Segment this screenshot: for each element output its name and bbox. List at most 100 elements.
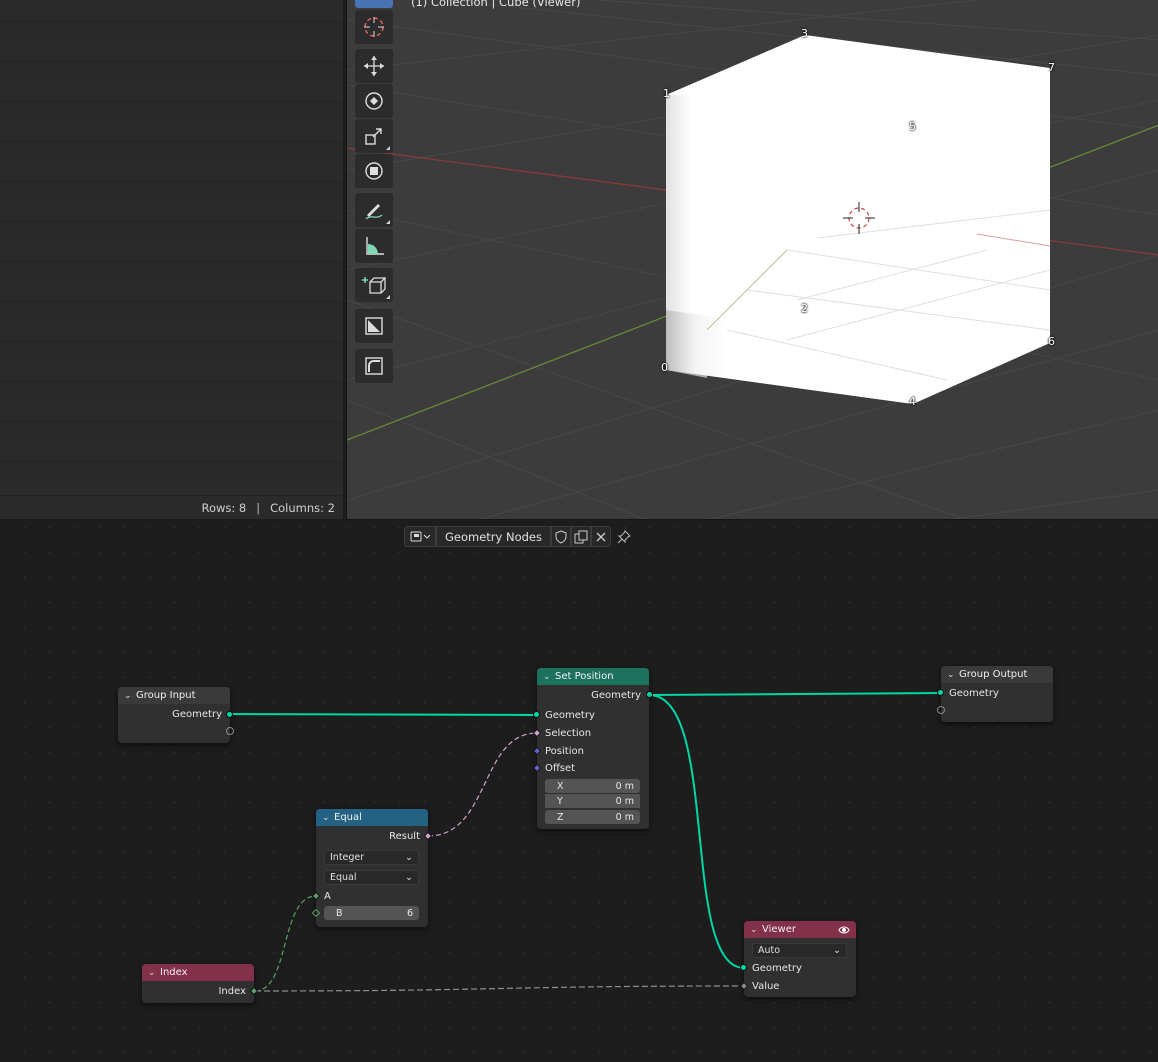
offset-z-field[interactable]: Z 0 m [545,810,640,824]
columns-count: Columns: 2 [270,500,335,515]
viewer-value-input: Value [752,980,780,992]
link-setposition-viewer [648,694,745,969]
group-output-header: ⌄ Group Output [941,666,1053,683]
annotate-tool-button[interactable] [355,193,393,227]
offset-z-value: 0 m [615,811,634,823]
group-output-node[interactable]: ⌄ Group Output Geometry [937,666,1053,722]
group-input-title: Group Input [136,690,196,701]
link-index-equal [254,895,317,992]
viewer-geometry-input: Geometry [752,962,802,974]
chevron-down-icon[interactable]: ⌄ [322,813,334,823]
vertex-label-5: 5 [909,120,916,133]
chevron-down-icon: ⌄ [405,852,413,863]
move-tool-button[interactable] [355,49,393,83]
chevron-down-icon[interactable]: ⌄ [148,968,160,978]
spreadsheet-footer: Rows: 8 | Columns: 2 [0,495,343,519]
viewer-header: ⌄ Viewer [744,921,856,938]
viewer-domain-value: Auto [758,945,781,956]
equal-b-field[interactable]: B 6 [324,906,419,920]
spreadsheet-panel: Rows: 8 | Columns: 2 [0,0,343,519]
viewport-scene [347,0,1158,519]
vertex-label-1: 1 [663,87,670,100]
select-tool-button[interactable] [355,0,393,8]
set-position-offset-input: Offset [545,762,576,774]
offset-z-label: Z [557,811,564,823]
index-node[interactable]: ⌄ Index Index [142,964,259,1003]
compare-mode-dropdown[interactable]: Equal ⌄ [324,870,419,885]
set-position-title: Set Position [555,671,614,682]
move-icon [364,56,384,76]
index-title: Index [160,967,188,978]
data-type-dropdown[interactable]: Integer ⌄ [324,850,419,865]
vertex-label-0: 0 [661,361,668,374]
group-input-node[interactable]: ⌄ Group Input Geometry [118,687,234,743]
bevel-icon [365,357,383,375]
group-input-header: ⌄ Group Input [118,687,230,704]
viewer-node[interactable]: ⌄ Viewer Auto ⌄ Geometry Value [739,921,856,997]
scale-tool-button[interactable] [355,119,393,153]
3d-viewport[interactable]: (1) Collection | Cube (Viewer) 0 1 2 3 4… [346,0,1158,520]
offset-x-label: X [557,780,564,792]
footer-separator: | [256,500,261,515]
geometry-input-socket[interactable] [740,964,747,971]
set-position-node[interactable]: ⌄ Set Position Geometry Geometry Selecti… [532,668,653,829]
offset-y-label: Y [557,795,563,807]
set-position-selection-input: Selection [545,727,592,739]
extrude-tool-button[interactable] [355,309,393,343]
chevron-down-icon[interactable]: ⌄ [947,670,959,680]
geometry-input-socket[interactable] [937,689,944,696]
data-type-value: Integer [330,852,365,863]
rows-count: Rows: 8 [201,500,247,515]
eye-icon[interactable] [838,925,850,935]
viewport-header-text: (1) Collection | Cube (Viewer) [411,0,581,9]
chevron-down-icon[interactable]: ⌄ [750,925,762,935]
link-setposition-groupoutput [648,692,942,696]
offset-y-value: 0 m [615,795,634,807]
set-position-header: ⌄ Set Position [537,668,649,685]
spreadsheet-rows[interactable] [0,0,343,495]
link-groupinput-setposition [229,713,538,716]
rotate-tool-button[interactable] [355,84,393,118]
viewer-title: Viewer [762,924,796,935]
group-input-geometry-output: Geometry [172,708,222,720]
extrude-icon [365,317,383,335]
group-output-title: Group Output [959,669,1028,680]
measure-icon [366,237,384,255]
chevron-down-icon[interactable]: ⌄ [124,691,136,701]
viewer-domain-dropdown[interactable]: Auto ⌄ [752,943,847,958]
geometry-output-socket[interactable] [646,691,653,698]
vertex-label-7: 7 [1048,61,1055,74]
offset-y-field[interactable]: Y 0 m [545,794,640,808]
chevron-down-icon: ⌄ [833,945,841,956]
equal-node[interactable]: ⌄ Equal Result Integer ⌄ Equal ⌄ A B 6 [311,809,433,927]
group-output-geometry-input: Geometry [949,687,999,699]
empty-input-socket[interactable] [937,706,945,714]
add-cube-tool-button[interactable] [355,268,393,302]
transform-tool-button[interactable] [355,154,393,188]
link-index-viewer [254,985,745,992]
index-output: Index [218,985,246,997]
transform-icon [365,162,383,180]
annotate-icon [365,204,383,220]
scale-icon [365,128,382,145]
vertex-label-3: 3 [801,27,808,40]
node-editor[interactable]: Geometry Nodes ⌄ Group Input Geometry ⌄ … [0,521,1158,1062]
compare-mode-value: Equal [330,872,357,883]
equal-title: Equal [334,812,362,823]
set-position-geometry-output: Geometry [591,689,641,701]
measure-tool-button[interactable] [355,229,393,263]
empty-output-socket[interactable] [226,727,234,735]
offset-x-value: 0 m [615,780,634,792]
cursor-tool-button[interactable] [355,10,393,44]
geometry-output-socket[interactable] [226,711,233,718]
index-header: ⌄ Index [142,964,254,981]
link-equal-selection [427,732,538,837]
vertex-label-4: 4 [909,395,916,408]
cursor-icon [364,17,384,37]
bevel-tool-button[interactable] [355,349,393,383]
equal-a-input: A [324,890,331,902]
geometry-input-socket[interactable] [533,711,540,718]
equal-result-output: Result [389,830,420,842]
chevron-down-icon[interactable]: ⌄ [543,672,555,682]
offset-x-field[interactable]: X 0 m [545,779,640,793]
